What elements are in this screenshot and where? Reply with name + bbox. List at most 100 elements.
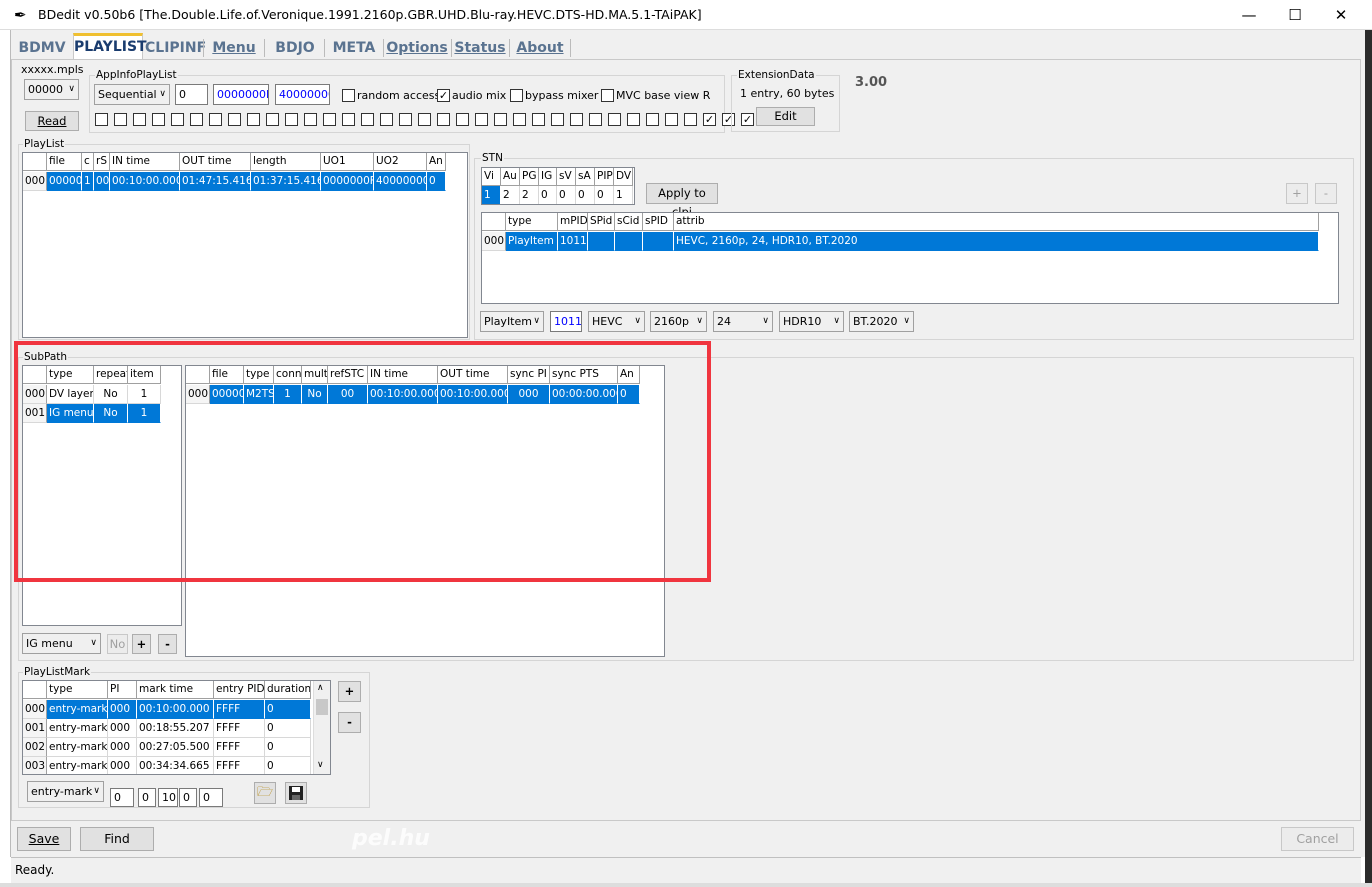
minimize-button[interactable]: — — [1226, 0, 1272, 30]
scrollbar-thumb[interactable] — [316, 699, 328, 715]
subpath-repeat-button[interactable]: No — [107, 634, 128, 654]
mark-remove-button[interactable]: - — [338, 712, 361, 733]
mark-cell[interactable]: 00:10:00.000 — [137, 700, 214, 719]
stream-grid[interactable]: type mPID SPid sCid sPID attrib 000 PlayItem 101… — [481, 212, 1339, 304]
mark-cell[interactable]: 000 — [108, 738, 137, 757]
codec-select[interactable]: HEVC ∨ — [588, 311, 645, 332]
uo-mask-checkbox[interactable] — [456, 113, 469, 126]
stream-cell[interactable]: HEVC, 2160p, 24, HDR10, BT.2020 — [674, 232, 1319, 251]
tab-playlist[interactable]: PLAYLIST — [73, 33, 147, 60]
tab-menu[interactable]: Menu — [207, 36, 261, 60]
subpath-add-button[interactable]: + — [132, 634, 151, 654]
row-header[interactable]: 002 — [23, 738, 47, 757]
playitem-cell[interactable]: 1 — [82, 172, 94, 191]
uo-mask-checkbox[interactable] — [475, 113, 488, 126]
close-button[interactable]: ✕ — [1318, 0, 1364, 30]
uo-mask-checkbox[interactable] — [190, 113, 203, 126]
row-header[interactable]: 003 — [23, 757, 47, 774]
find-button[interactable]: Find — [80, 827, 154, 851]
stream-pid-field[interactable]: 1011 — [550, 311, 582, 332]
playitem-cell[interactable]: 0 — [427, 172, 446, 191]
uo2-mask-field[interactable]: 40000000 — [275, 84, 330, 105]
cancel-button[interactable]: Cancel — [1281, 827, 1354, 851]
hdr-select[interactable]: HDR10 ∨ — [779, 311, 844, 332]
playitem-grid[interactable]: file c rS IN time OUT time length UO1 UO2 An 000 0… — [22, 152, 468, 338]
chevron-down-icon[interactable]: ∨ — [317, 760, 324, 770]
chevron-up-icon[interactable]: ∧ — [317, 683, 324, 693]
uo-mask-checkbox[interactable] — [399, 113, 412, 126]
mark-cell[interactable]: 000 — [108, 719, 137, 738]
stn-count-cell[interactable]: 2 — [501, 186, 520, 204]
playback-type-select[interactable]: Sequential ∨ — [94, 84, 170, 105]
open-folder-icon[interactable]: 🗁 — [254, 782, 276, 804]
mark-cell[interactable]: FFFF — [214, 700, 265, 719]
mark-minutes-field[interactable]: 0 — [138, 788, 156, 807]
mark-add-button[interactable]: + — [338, 681, 361, 702]
stn-add-button[interactable]: + — [1286, 183, 1308, 204]
uo-mask-checkbox[interactable] — [627, 113, 640, 126]
playitem-cell[interactable]: 01:37:15.416 — [251, 172, 321, 191]
playitem-cell[interactable]: 01:47:15.416 — [180, 172, 251, 191]
tab-bdjo[interactable]: BDJO — [268, 36, 322, 60]
mark-hours-field[interactable]: 0 — [110, 788, 134, 807]
mark-cell[interactable]: 00:27:05.500 — [137, 738, 214, 757]
stream-cell[interactable] — [588, 232, 615, 251]
stream-cell[interactable] — [615, 232, 643, 251]
appinfo-value-field[interactable]: 0 — [175, 84, 208, 105]
uo-mask-checkbox[interactable] — [532, 113, 545, 126]
mark-cell[interactable]: 00:18:55.207 — [137, 719, 214, 738]
stream-cell[interactable] — [643, 232, 674, 251]
maximize-button[interactable]: ☐ — [1272, 0, 1318, 30]
stn-count-cell[interactable]: 1 — [482, 186, 501, 204]
uo-mask-checkbox[interactable] — [589, 113, 602, 126]
bypass-mixer-checkbox[interactable] — [510, 89, 523, 102]
uo-mask-checkbox[interactable] — [684, 113, 697, 126]
mark-cell[interactable]: FFFF — [214, 738, 265, 757]
playitem-cell[interactable]: 00 — [94, 172, 110, 191]
mpls-select[interactable]: 00000 ∨ — [24, 79, 79, 100]
uo-mask-checkbox[interactable]: ✓ — [703, 113, 716, 126]
uo1-mask-field[interactable]: 0000000F — [213, 84, 269, 105]
mark-seconds-field[interactable]: 10 — [158, 788, 178, 807]
stn-count-cell[interactable]: 0 — [595, 186, 614, 204]
save-disk-icon[interactable] — [285, 782, 307, 804]
mark-type-select[interactable]: entry-mark ∨ — [27, 781, 104, 802]
read-button[interactable]: Read — [25, 111, 79, 131]
uo-mask-checkbox[interactable] — [646, 113, 659, 126]
stn-count-cell[interactable]: 2 — [520, 186, 539, 204]
save-button[interactable]: Save — [17, 827, 71, 851]
playitem-cell[interactable]: 0000000F — [321, 172, 374, 191]
uo-mask-checkbox[interactable] — [266, 113, 279, 126]
mark-cell[interactable]: FFFF — [214, 719, 265, 738]
tab-status[interactable]: Status — [454, 36, 506, 60]
audio-mix-checkbox[interactable]: ✓ — [437, 89, 450, 102]
resolution-select[interactable]: 2160p ∨ — [650, 311, 707, 332]
stream-cell[interactable]: PlayItem — [506, 232, 558, 251]
uo-mask-checkbox[interactable] — [228, 113, 241, 126]
stn-count-cell[interactable]: 0 — [576, 186, 595, 204]
row-header[interactable]: 000 — [482, 232, 506, 251]
row-header[interactable]: 000 — [23, 172, 47, 191]
uo-mask-checkbox[interactable] — [437, 113, 450, 126]
mark-cell[interactable]: FFFF — [214, 757, 265, 774]
uo-mask-checkbox[interactable] — [247, 113, 260, 126]
tab-clipinf[interactable]: CLIPINF — [145, 36, 206, 60]
uo-mask-checkbox[interactable] — [171, 113, 184, 126]
tab-options[interactable]: Options — [386, 36, 448, 60]
stream-type-select[interactable]: PlayItem ∨ — [480, 311, 544, 332]
apply-to-clpi-button[interactable]: Apply to clpi — [646, 183, 718, 219]
stn-count-cell[interactable]: 1 — [614, 186, 633, 204]
mark-cell[interactable]: entry-mark — [47, 757, 108, 774]
uo-mask-checkbox[interactable] — [342, 113, 355, 126]
framerate-select[interactable]: 24 ∨ — [713, 311, 773, 332]
mark-cell[interactable]: 00:34:34.665 — [137, 757, 214, 774]
uo-mask-checkbox[interactable] — [152, 113, 165, 126]
mark-cell[interactable]: entry-mark — [47, 700, 108, 719]
uo-mask-checkbox[interactable] — [285, 113, 298, 126]
tab-meta[interactable]: META — [328, 36, 380, 60]
mark-cell[interactable]: entry-mark — [47, 719, 108, 738]
mark-extra-field[interactable]: 0 — [199, 788, 223, 807]
stream-cell[interactable]: 1011 — [558, 232, 588, 251]
uo-mask-checkbox[interactable] — [323, 113, 336, 126]
mark-cell[interactable]: 0 — [265, 700, 311, 719]
